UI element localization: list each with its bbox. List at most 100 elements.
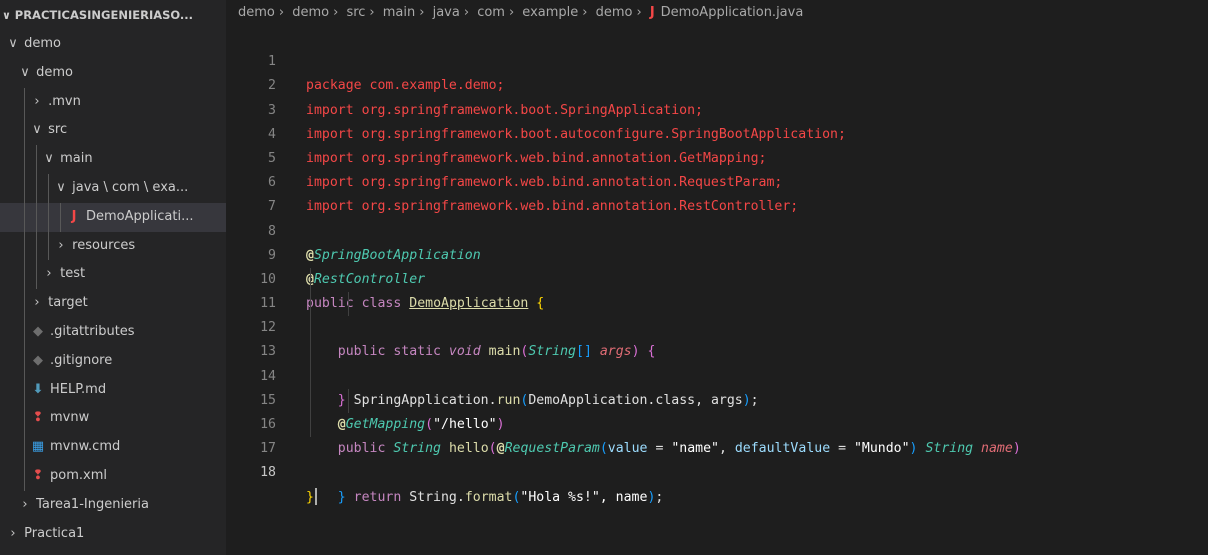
chevron-right-icon[interactable]: › [30,88,44,117]
indent-guide [36,260,37,290]
tree-item-label: mvnw [50,410,90,426]
indent-guide [24,317,25,347]
tree-item-label: demo [36,64,74,80]
code-line: 5 import org.springframework.web.bind.an… [226,123,1208,190]
indent-guide [310,364,311,389]
chevron-right-icon: › [636,5,642,20]
tree-item-label: main [60,151,93,167]
chevron-right-icon[interactable]: › [42,260,56,289]
indent-guide [310,413,311,438]
tree-item-label: src [48,122,68,138]
chevron-right-icon: › [463,5,470,20]
tree-item[interactable]: ∨ main [0,145,226,174]
tree-item-label: .gitignore [50,352,113,368]
breadcrumb-item[interactable]: demo [596,5,633,20]
tree-item[interactable]: ◆ .gitignore [0,346,226,376]
tree-item-label: mvnw.cmd [50,439,121,455]
code-line: 9 @RestController [226,220,1208,287]
indent-guide [36,173,37,203]
tree-item[interactable]: › test [0,260,226,290]
explorer-sidebar: ∨ PRACTICASINGENIERIASO... ∨ demo ∨ demo ›… [0,0,226,555]
tree-item[interactable]: ∨ java \ com \ exa... [0,173,226,203]
java-file-icon: J [71,208,77,224]
tree-item[interactable]: ∨ demo [0,30,226,59]
code-line: 1 package com.example.demo; [226,26,1208,93]
file-tree: ∨ demo ∨ demo › .mvn ∨ src ∨ main ∨ java \ co… [0,30,226,548]
tree-item[interactable]: ⬇ HELP.md [0,375,226,405]
indent-guide [348,388,349,413]
code-line: 15 public String hello(@RequestParam(val… [226,364,1208,456]
breadcrumb-item[interactable]: demo [292,5,329,20]
indent-guide [310,292,311,317]
chevron-down-icon[interactable]: ∨ [30,116,44,145]
tree-item[interactable]: ◆ .gitattributes [0,317,226,347]
tree-item[interactable]: ∨ src [0,116,226,146]
tree-item-label: HELP.md [50,381,107,397]
tree-item[interactable]: › .mvn [0,87,226,117]
chevron-down-icon[interactable]: ∨ [42,145,56,174]
indent-guide [24,404,25,434]
tree-item[interactable]: ∨ demo [0,59,226,88]
tree-item-label: Practica1 [24,525,85,541]
chevron-down-icon[interactable]: ∨ [6,30,20,59]
tree-item[interactable]: › Tarea1-Ingenieria [0,491,226,520]
indent-guide [24,173,25,203]
tree-item[interactable]: › resources [0,231,226,261]
chevron-right-icon: › [333,5,339,20]
breadcrumb-item[interactable]: src [346,5,365,20]
chevron-right-icon[interactable]: › [30,289,44,318]
tree-item[interactable]: ❢ mvnw [0,404,226,434]
indent-guide [24,87,25,117]
breadcrumb-item[interactable]: demo [238,5,275,20]
code-area[interactable]: 1 package com.example.demo; 2 import org… [226,26,1208,506]
indent-guide [348,292,349,317]
indent-guide [60,202,61,232]
chevron-right-icon[interactable]: › [54,232,68,261]
indent-guide [24,375,25,405]
chevron-right-icon[interactable]: › [6,520,20,549]
breadcrumb-item[interactable]: example [522,5,578,20]
indent-guide [24,289,25,318]
tree-item-label: java \ com \ exa... [72,179,189,195]
breadcrumb-item[interactable]: com [477,5,505,20]
breadcrumb-file[interactable]: DemoApplication.java [661,5,804,20]
indent-guide [24,260,25,290]
code-line: 7 [226,171,1208,214]
tree-item[interactable]: › Practica1 [0,520,226,549]
tree-item-label: test [60,266,86,282]
git-icon: ◆ [33,352,43,368]
breadcrumb-item[interactable]: java [433,5,460,20]
chevron-right-icon: › [582,5,588,20]
indent-guide [24,461,25,491]
chevron-right-icon: › [278,5,285,20]
code-editor: demo › demo › src › main › java › com › exampl… [226,0,1208,555]
indent-guide [24,202,25,232]
breadcrumb-item[interactable]: main [383,5,415,20]
text-cursor [314,488,317,506]
explorer-root-header[interactable]: ∨ PRACTICASINGENIERIASO... [0,0,226,30]
code-line: 6 import org.springframework.web.bind.an… [226,147,1208,214]
chevron-right-icon[interactable]: › [18,491,32,520]
chevron-down-icon[interactable]: ∨ [18,59,32,88]
tree-item[interactable]: ▦ mvnw.cmd [0,433,226,462]
tree-item-label: .gitattributes [50,323,135,339]
indent-guide [310,388,311,413]
chevron-right-icon: › [508,5,515,20]
code-line: 12 SpringApplication.run(DemoApplication… [226,292,1208,408]
code-line: 18 } [226,437,1208,506]
chevron-right-icon: › [369,5,375,20]
tree-item[interactable]: ❢ pom.xml [0,461,226,491]
code-line: 10 public class DemoApplication { [226,244,1208,311]
markdown-icon: ⬇ [32,381,44,397]
tree-item[interactable]: J DemoApplicati... [0,202,226,232]
code-text: } [306,486,317,510]
code-line: 16 return String.format("Hola %s!", name… [226,388,1208,505]
code-line: 2 import org.springframework.boot.Spring… [226,50,1208,117]
tree-item-label: DemoApplicati... [86,208,194,224]
tree-item[interactable]: › target [0,289,226,318]
indent-guide [24,433,25,462]
indent-guide [24,346,25,376]
chevron-down-icon[interactable]: ∨ [54,174,68,203]
indent-guide [36,231,37,261]
code-line: 14 @GetMapping("/hello") [226,340,1208,432]
